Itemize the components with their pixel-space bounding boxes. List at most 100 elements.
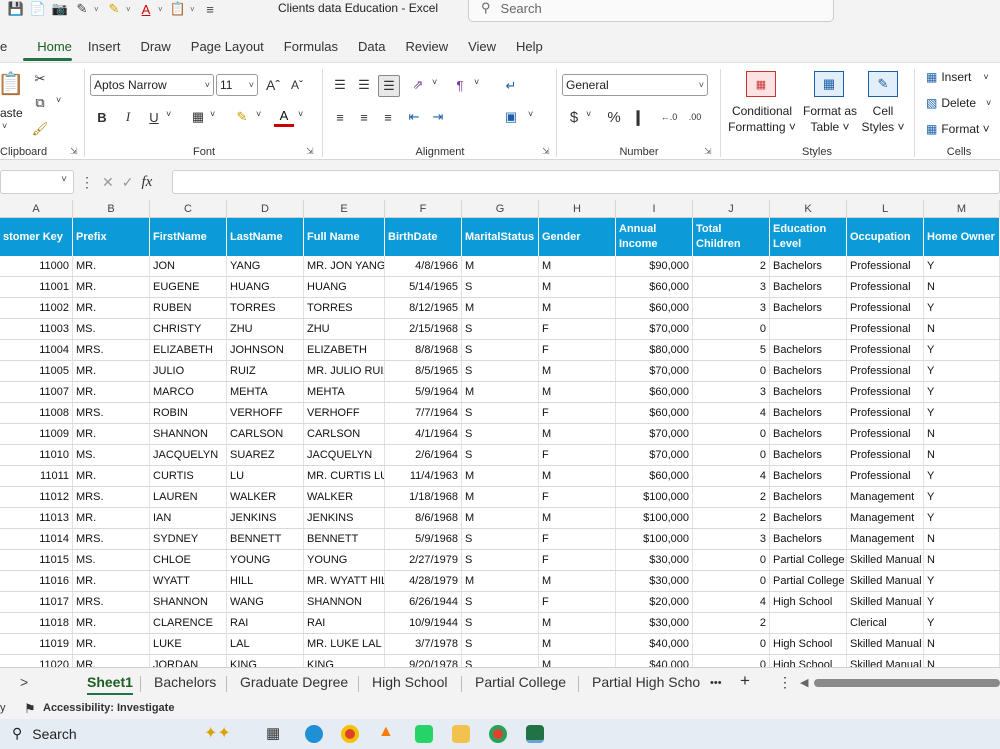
- table-cell[interactable]: $100,000: [616, 529, 693, 549]
- table-cell[interactable]: MRS.: [73, 340, 150, 360]
- sheet-nav-arrow[interactable]: >: [20, 674, 28, 690]
- table-cell[interactable]: 4/28/1979: [385, 571, 462, 591]
- table-cell[interactable]: M: [462, 298, 539, 318]
- table-cell[interactable]: CHLOE: [150, 550, 227, 570]
- tab-home[interactable]: Home: [15, 37, 80, 61]
- table-cell[interactable]: M: [539, 613, 616, 633]
- table-cell[interactable]: 5/14/1965: [385, 277, 462, 297]
- table-cell[interactable]: Professional: [847, 445, 924, 465]
- table-cell[interactable]: JON: [150, 256, 227, 276]
- table-cell[interactable]: 6/26/1944: [385, 592, 462, 612]
- excel-taskbar-icon[interactable]: [526, 725, 544, 743]
- table-cell[interactable]: $70,000: [616, 361, 693, 381]
- font-size-select[interactable]: 11 ˅: [216, 74, 258, 96]
- table-cell[interactable]: $70,000: [616, 445, 693, 465]
- table-cell[interactable]: S: [462, 277, 539, 297]
- header-cell[interactable]: Annual Income: [616, 218, 693, 256]
- table-cell[interactable]: 10/9/1944: [385, 613, 462, 633]
- copy-icon[interactable]: ⧉: [30, 93, 50, 113]
- table-cell[interactable]: 0: [693, 361, 770, 381]
- text-direction-icon[interactable]: ¶: [450, 75, 470, 95]
- table-cell[interactable]: Skilled Manual: [847, 655, 924, 667]
- table-cell[interactable]: M: [539, 424, 616, 444]
- table-cell[interactable]: MR. JULIO RUIZ: [304, 361, 385, 381]
- format-as-table-icon[interactable]: ▦: [814, 71, 844, 97]
- worksheet-grid[interactable]: ABCDEFGHIJKLM stomer Key Prefix FirstName L…: [0, 200, 1000, 667]
- tab-view[interactable]: View: [456, 37, 504, 57]
- sheet-tab-partial-college[interactable]: Partial College: [475, 674, 566, 690]
- chevron-down-icon[interactable]: ˅: [256, 109, 261, 119]
- column-header-j[interactable]: J: [693, 200, 770, 218]
- delete-button[interactable]: ▧ Delete ˅: [926, 96, 991, 110]
- table-cell[interactable]: S: [462, 403, 539, 423]
- table-cell[interactable]: M: [539, 634, 616, 654]
- table-cell[interactable]: Bachelors: [770, 361, 847, 381]
- table-cell[interactable]: KING: [304, 655, 385, 667]
- align-left-icon[interactable]: ≡: [330, 107, 350, 127]
- table-cell[interactable]: Y: [924, 256, 1000, 276]
- table-cell[interactable]: High School: [770, 592, 847, 612]
- table-cell[interactable]: VERHOFF: [304, 403, 385, 423]
- table-cell[interactable]: 11009: [0, 424, 73, 444]
- tab-help[interactable]: Help: [504, 37, 551, 57]
- table-cell[interactable]: 4: [693, 466, 770, 486]
- table-cell[interactable]: CURTIS: [150, 466, 227, 486]
- table-cell[interactable]: Y: [924, 403, 1000, 423]
- increase-decimal-icon[interactable]: ←.0: [658, 107, 680, 127]
- table-cell[interactable]: CLARENCE: [150, 613, 227, 633]
- decrease-indent-icon[interactable]: ⇤: [404, 107, 424, 127]
- dialog-launcher-icon[interactable]: ⇲: [542, 146, 550, 157]
- table-cell[interactable]: MRS.: [73, 487, 150, 507]
- table-cell[interactable]: CARLSON: [227, 424, 304, 444]
- table-cell[interactable]: ELIZABETH: [304, 340, 385, 360]
- table-cell[interactable]: [770, 319, 847, 339]
- table-cell[interactable]: N: [924, 529, 1000, 549]
- table-cell[interactable]: M: [462, 571, 539, 591]
- table-cell[interactable]: $100,000: [616, 487, 693, 507]
- edge-icon[interactable]: [305, 725, 323, 743]
- formula-input[interactable]: [172, 170, 1000, 194]
- new-file-icon[interactable]: 📄: [28, 0, 48, 18]
- table-cell[interactable]: 8/5/1965: [385, 361, 462, 381]
- table-cell[interactable]: 11002: [0, 298, 73, 318]
- format-painter-icon[interactable]: 🖌: [30, 119, 50, 139]
- table-cell[interactable]: $60,000: [616, 298, 693, 318]
- table-cell[interactable]: 11012: [0, 487, 73, 507]
- chevron-down-icon[interactable]: ˅: [61, 174, 67, 185]
- table-cell[interactable]: S: [462, 634, 539, 654]
- header-cell[interactable]: BirthDate: [385, 218, 462, 256]
- dialog-launcher-icon[interactable]: ⇲: [306, 146, 314, 157]
- sheet-tab-high-school[interactable]: High School: [372, 674, 448, 690]
- tab-data[interactable]: Data: [346, 37, 393, 57]
- table-cell[interactable]: ZHU: [304, 319, 385, 339]
- search-input[interactable]: ⚲ Search: [468, 0, 834, 22]
- table-cell[interactable]: MRS.: [73, 592, 150, 612]
- cell-styles-icon[interactable]: ✎: [868, 71, 898, 97]
- dialog-launcher-icon[interactable]: ⇲: [704, 146, 712, 157]
- table-cell[interactable]: 11004: [0, 340, 73, 360]
- table-cell[interactable]: 0: [693, 445, 770, 465]
- table-cell[interactable]: M: [539, 277, 616, 297]
- table-cell[interactable]: RAI: [227, 613, 304, 633]
- table-cell[interactable]: YOUNG: [304, 550, 385, 570]
- sheet-tab-bachelors[interactable]: Bachelors: [154, 674, 216, 690]
- column-header-f[interactable]: F: [385, 200, 462, 218]
- table-cell[interactable]: 2: [693, 508, 770, 528]
- table-cell[interactable]: MS.: [73, 550, 150, 570]
- tab-file[interactable]: e: [0, 37, 15, 57]
- table-cell[interactable]: High School: [770, 634, 847, 654]
- insert-function-icon[interactable]: fx: [141, 174, 152, 191]
- table-cell[interactable]: S: [462, 361, 539, 381]
- header-cell[interactable]: Prefix: [73, 218, 150, 256]
- paste-icon[interactable]: 📋: [0, 69, 25, 99]
- table-cell[interactable]: YANG: [227, 256, 304, 276]
- fill-color-icon[interactable]: ✎: [232, 107, 252, 127]
- header-cell[interactable]: Gender: [539, 218, 616, 256]
- table-cell[interactable]: Bachelors: [770, 298, 847, 318]
- table-cell[interactable]: KING: [227, 655, 304, 667]
- bold-button[interactable]: B: [92, 107, 112, 127]
- table-cell[interactable]: M: [462, 508, 539, 528]
- header-cell[interactable]: Home Owner: [924, 218, 1000, 256]
- table-cell[interactable]: [770, 613, 847, 633]
- table-cell[interactable]: N: [924, 424, 1000, 444]
